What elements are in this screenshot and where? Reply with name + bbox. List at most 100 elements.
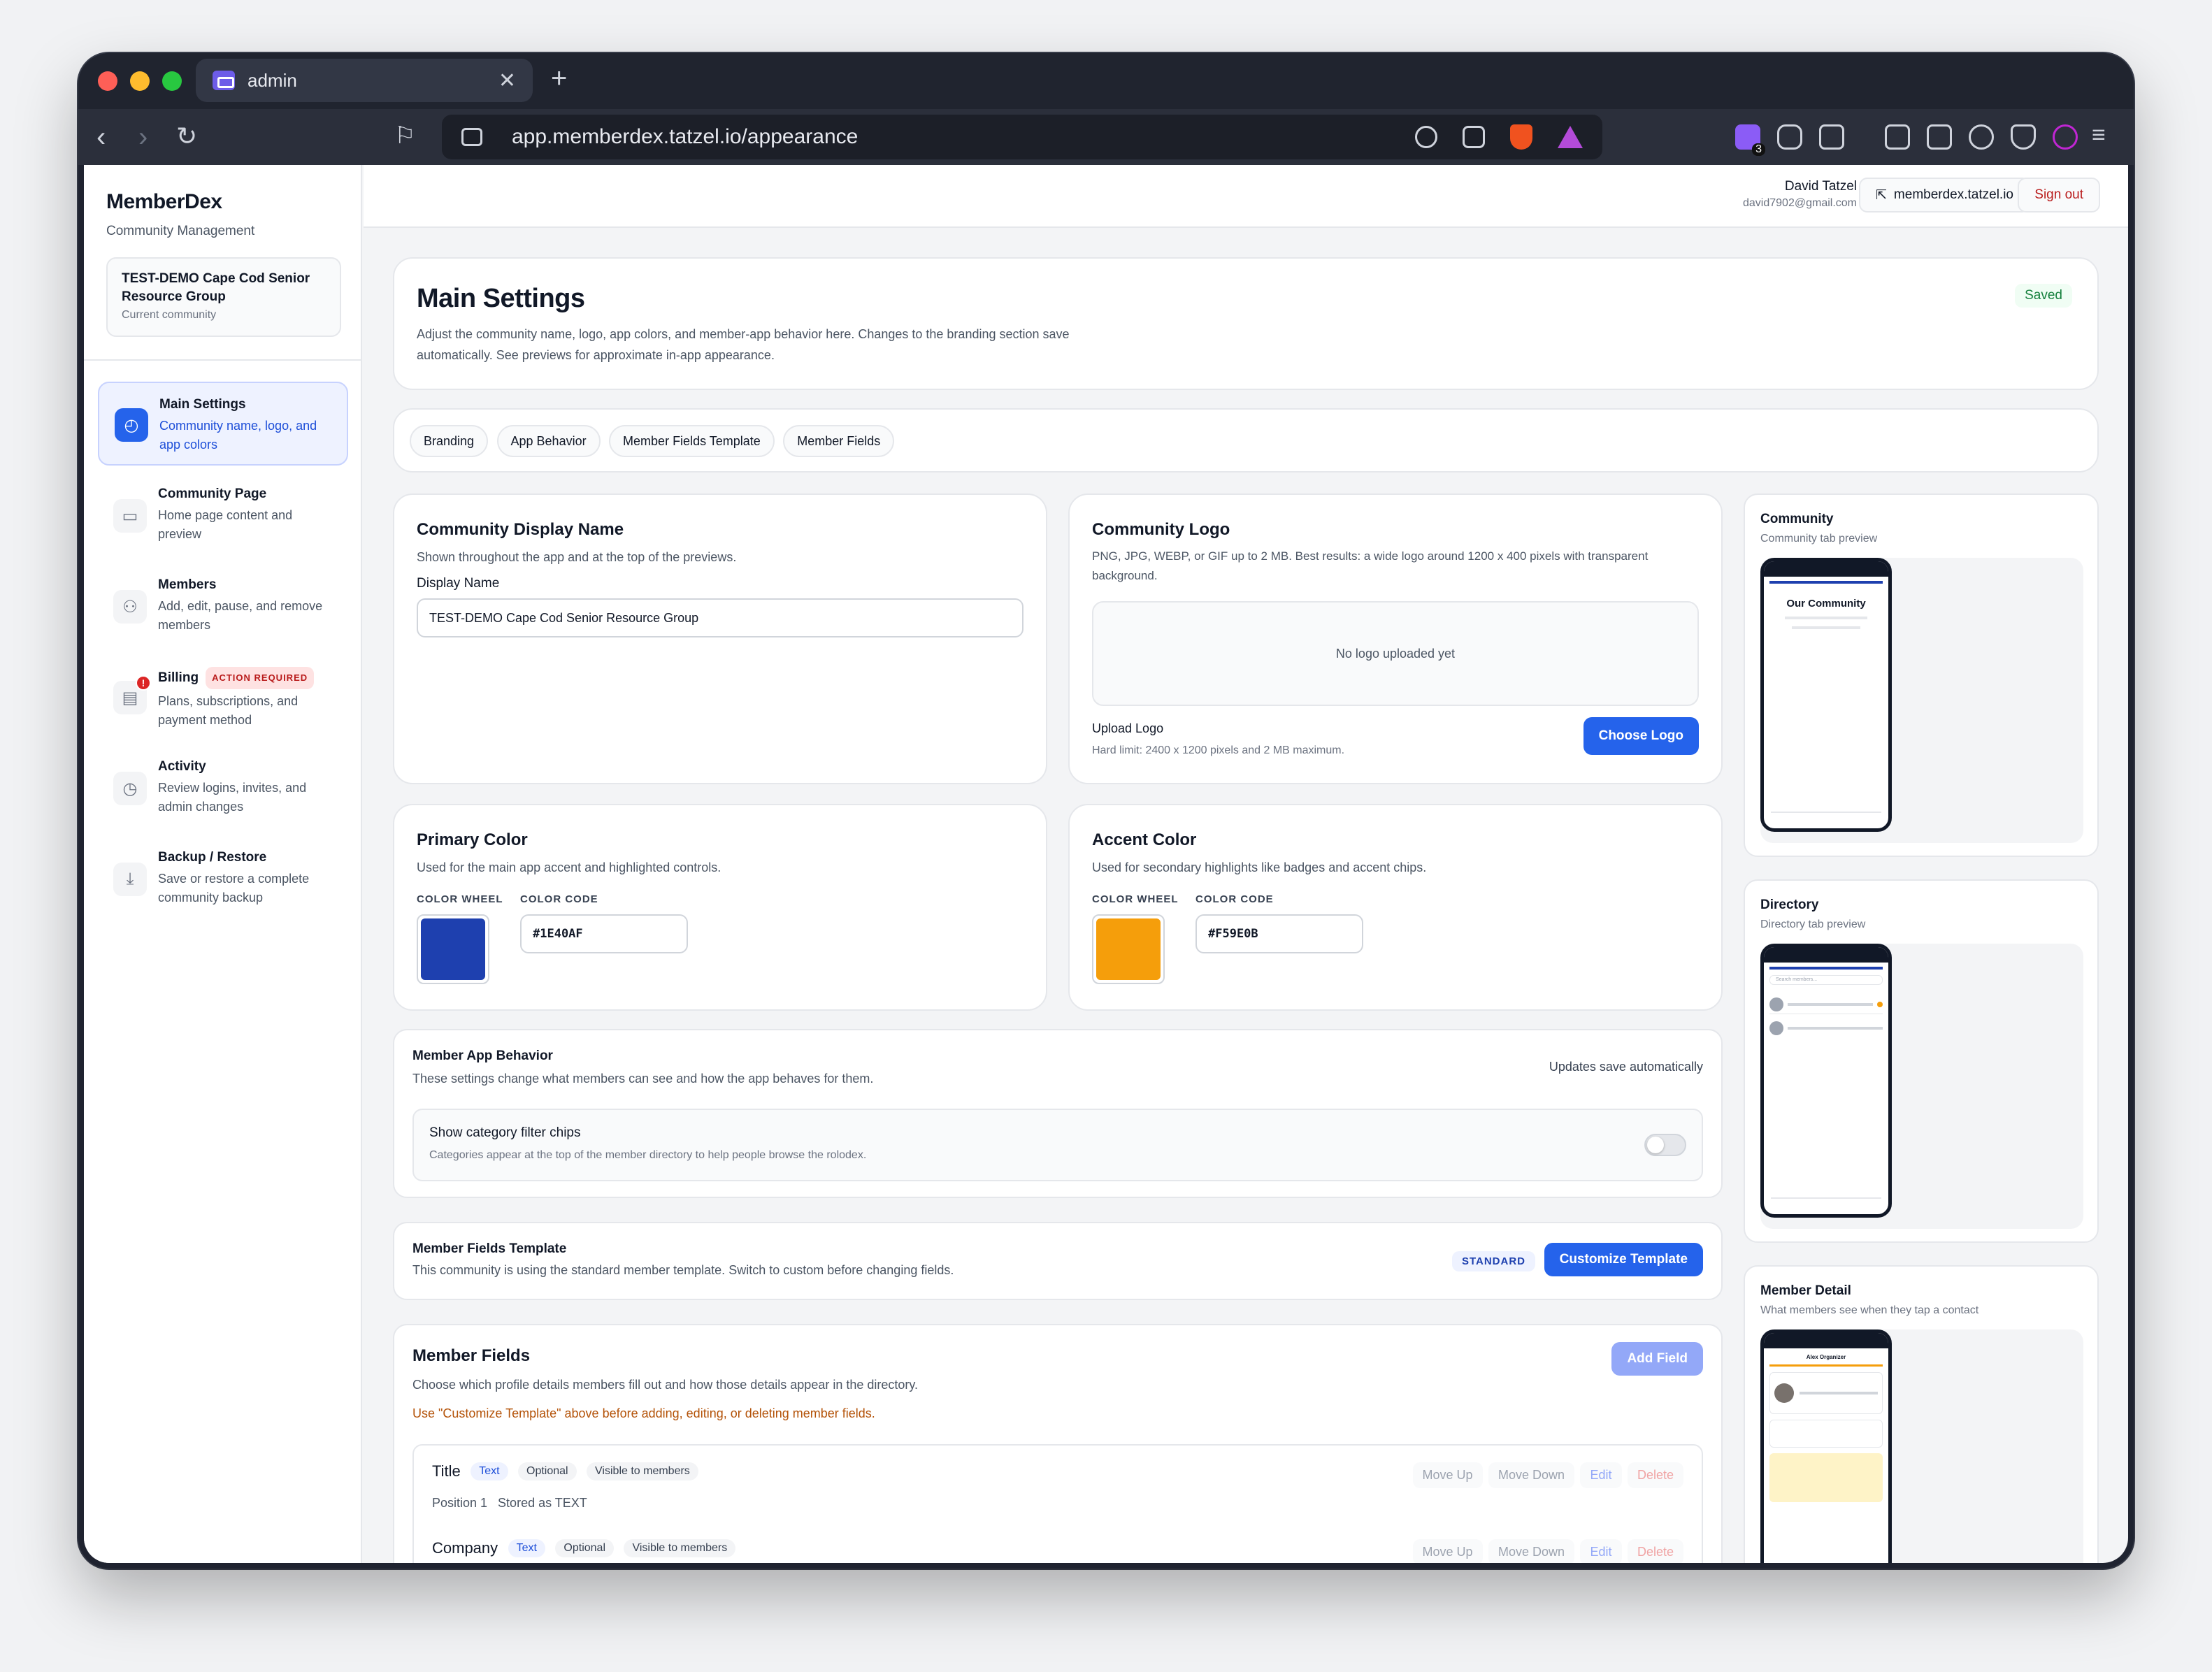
leo-ai-icon[interactable] bbox=[1969, 124, 1994, 150]
users-icon: ⚇ bbox=[113, 590, 147, 624]
brand-name: MemberDex bbox=[106, 190, 222, 213]
accent-color-card: Accent Color Used for secondary highligh… bbox=[1068, 804, 1723, 1011]
accent-color-swatch[interactable] bbox=[1092, 914, 1165, 984]
tab-member-fields-template[interactable]: Member Fields Template bbox=[609, 425, 775, 457]
sidebar-item-billing[interactable]: ▤! Billing ACTION REQUIRED Plans, subscri… bbox=[98, 654, 348, 738]
sidebar-item-desc: Plans, subscriptions, and payment method bbox=[158, 694, 299, 727]
reload-icon[interactable]: ↻ bbox=[176, 122, 197, 151]
customize-template-button[interactable]: Customize Template bbox=[1544, 1243, 1703, 1276]
logo-card: Community Logo PNG, JPG, WEBP, or GIF up… bbox=[1068, 493, 1723, 784]
primary-code-label: COLOR CODE bbox=[520, 893, 598, 905]
profile-icon[interactable] bbox=[2053, 124, 2078, 150]
minimize-window-button[interactable] bbox=[130, 71, 150, 91]
preview-title: Directory bbox=[1760, 898, 1819, 912]
billing-alert-badge: ! bbox=[136, 675, 151, 691]
close-tab-icon[interactable]: ✕ bbox=[498, 69, 516, 93]
sidebar-item-activity[interactable]: ◷ Activity Review logins, invites, and a… bbox=[98, 745, 348, 829]
wallet-icon[interactable] bbox=[1927, 124, 1952, 150]
extension-icon[interactable]: 3 bbox=[1735, 124, 1765, 156]
page-icon: ▭ bbox=[113, 499, 147, 533]
extensions-puzzle-icon[interactable] bbox=[1777, 124, 1802, 150]
sidebar-item-community-page[interactable]: ▭ Community Page Home page content and p… bbox=[98, 473, 348, 556]
preview-screen-title: Our Community bbox=[1786, 598, 1866, 610]
sign-out-button[interactable]: Sign out bbox=[2018, 178, 2100, 212]
primary-color-swatch[interactable] bbox=[417, 914, 489, 984]
accent-color-desc: Used for secondary highlights like badge… bbox=[1092, 860, 1427, 874]
display-name-input[interactable]: TEST-DEMO Cape Cod Senior Resource Group bbox=[417, 598, 1024, 637]
open-site-button[interactable]: ⇱ memberdex.tatzel.io bbox=[1859, 178, 2030, 212]
current-community-card[interactable]: TEST-DEMO Cape Cod Senior Resource Group… bbox=[106, 257, 341, 337]
vpn-shield-icon[interactable] bbox=[2011, 124, 2036, 150]
bookmark-icon[interactable]: ⚐ bbox=[394, 122, 415, 150]
field-required-chip: Optional bbox=[518, 1462, 577, 1480]
move-down-button[interactable]: Move Down bbox=[1488, 1462, 1575, 1488]
choose-logo-button[interactable]: Choose Logo bbox=[1583, 717, 1699, 755]
site-link-label: memberdex.tatzel.io bbox=[1893, 187, 2013, 202]
edit-field-button[interactable]: Edit bbox=[1580, 1462, 1622, 1488]
accent-code-label: COLOR CODE bbox=[1195, 893, 1274, 905]
preview-canvas: Search members... bbox=[1760, 944, 2083, 1229]
close-window-button[interactable] bbox=[98, 71, 117, 91]
sidebar-toggle-icon[interactable] bbox=[1885, 124, 1910, 150]
category-chips-toggle[interactable] bbox=[1644, 1134, 1686, 1156]
menu-icon[interactable]: ≡ bbox=[2092, 122, 2106, 149]
address-bar[interactable]: app.memberdex.tatzel.io/appearance bbox=[442, 115, 1602, 159]
back-icon[interactable]: ‹ bbox=[96, 122, 106, 153]
extension-badge: 3 bbox=[1752, 143, 1765, 156]
screenshot-icon[interactable] bbox=[1819, 124, 1844, 150]
share-icon[interactable] bbox=[1463, 126, 1485, 148]
sidebar-item-title: Community Page bbox=[158, 487, 267, 501]
logo-dropzone[interactable]: No logo uploaded yet bbox=[1092, 601, 1699, 706]
tab-app-behavior[interactable]: App Behavior bbox=[496, 425, 601, 457]
add-field-button[interactable]: Add Field bbox=[1611, 1342, 1703, 1376]
brand-subtitle: Community Management bbox=[106, 224, 255, 238]
zoom-icon[interactable] bbox=[1415, 126, 1437, 148]
sidebar-item-main-settings[interactable]: ◴ Main Settings Community name, logo, an… bbox=[98, 382, 348, 466]
community-label: Current community bbox=[122, 309, 217, 321]
display-name-desc: Shown throughout the app and at the top … bbox=[417, 550, 737, 564]
edit-field-button[interactable]: Edit bbox=[1580, 1539, 1622, 1563]
page-title: Main Settings bbox=[417, 284, 585, 313]
clock-icon: ◷ bbox=[113, 772, 147, 805]
setting-title: Show category filter chips bbox=[429, 1125, 581, 1140]
browser-tab[interactable]: admin ✕ bbox=[196, 59, 533, 102]
phone-mockup: Our Community bbox=[1760, 558, 1892, 832]
credit-card-icon: ▤! bbox=[113, 675, 151, 714]
sidebar-item-members[interactable]: ⚇ Members Add, edit, pause, and remove m… bbox=[98, 563, 348, 647]
move-up-button[interactable]: Move Up bbox=[1412, 1462, 1483, 1488]
member-detail-preview-card: Member Detail What members see when they… bbox=[1744, 1265, 2099, 1563]
member-fields-title: Member Fields bbox=[412, 1346, 531, 1365]
field-meta: Position 1 Stored as TEXT bbox=[432, 1496, 587, 1510]
top-bar: David Tatzel david7902@gmail.com ⇱ membe… bbox=[364, 165, 2128, 228]
phone-mockup: Search members... bbox=[1760, 944, 1892, 1218]
brave-shields-icon[interactable] bbox=[1510, 124, 1532, 150]
site-settings-icon[interactable] bbox=[461, 128, 482, 146]
preview-desc: Directory tab preview bbox=[1760, 918, 1866, 930]
primary-color-card: Primary Color Used for the main app acce… bbox=[393, 804, 1047, 1011]
move-down-button[interactable]: Move Down bbox=[1488, 1539, 1575, 1563]
delete-field-button[interactable]: Delete bbox=[1627, 1462, 1683, 1488]
accent-color-code-input[interactable]: #F59E0B bbox=[1195, 914, 1363, 953]
new-tab-icon[interactable]: + bbox=[551, 63, 567, 94]
tab-title: admin bbox=[247, 69, 297, 91]
field-name: Company bbox=[432, 1539, 498, 1557]
zoom-window-button[interactable] bbox=[162, 71, 182, 91]
standard-badge: STANDARD bbox=[1451, 1251, 1535, 1271]
tab-member-fields[interactable]: Member Fields bbox=[783, 425, 895, 457]
forward-icon[interactable]: › bbox=[138, 122, 148, 153]
action-required-badge: ACTION REQUIRED bbox=[206, 667, 315, 689]
user-email: david7902@gmail.com bbox=[1743, 197, 1857, 209]
member-fields-card: Member Fields Choose which profile detai… bbox=[393, 1324, 1723, 1563]
move-up-button[interactable]: Move Up bbox=[1412, 1539, 1483, 1563]
primary-color-code-input[interactable]: #1E40AF bbox=[520, 914, 688, 953]
accent-color-title: Accent Color bbox=[1092, 830, 1197, 849]
preview-title: Member Detail bbox=[1760, 1283, 1851, 1298]
sidebar-item-desc: Home page content and preview bbox=[158, 508, 293, 541]
tab-branding[interactable]: Branding bbox=[410, 425, 489, 457]
delete-field-button[interactable]: Delete bbox=[1627, 1539, 1683, 1563]
main-settings-header: Main Settings Adjust the community name,… bbox=[393, 257, 2099, 390]
setting-desc: Categories appear at the top of the memb… bbox=[429, 1149, 867, 1161]
sidebar-item-backup-restore[interactable]: ⤓ Backup / Restore Save or restore a com… bbox=[98, 836, 348, 920]
brave-rewards-icon[interactable] bbox=[1558, 126, 1583, 148]
tab-bar: admin ✕ + bbox=[78, 53, 2134, 109]
